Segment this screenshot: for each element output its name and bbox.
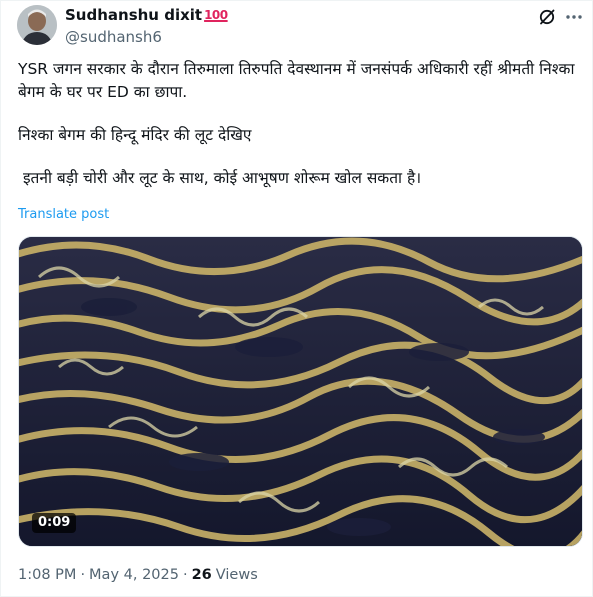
post-paragraph: YSR जगन सरकार के दौरान तिरुमाला तिरुपति … <box>18 60 580 101</box>
video-player[interactable] <box>18 236 583 547</box>
post-metadata: 1:08 PM · May 4, 2025 · 26 Views <box>18 567 258 583</box>
meta-separator: · <box>80 567 86 583</box>
post-date[interactable]: May 4, 2025 <box>89 567 179 583</box>
hundred-points-badge: 100 <box>204 8 228 22</box>
post-paragraph: इतनी बड़ी चोरी और लूट के साथ, कोई आभूषण … <box>18 169 422 187</box>
post-paragraph: निश्का बेगम की हिन्दू मंदिर की लूट देखिए <box>18 126 252 144</box>
avatar[interactable] <box>17 5 57 45</box>
views-label: Views <box>215 567 258 583</box>
translate-post-link[interactable]: Translate post <box>18 207 109 222</box>
avatar-image <box>17 5 57 45</box>
views-count[interactable]: 26 <box>192 567 212 583</box>
post-time[interactable]: 1:08 PM <box>18 567 76 583</box>
post-card[interactable]: Sudhanshu dixit 100 @sudhansh6 YSR जगन स… <box>0 0 593 597</box>
post-text: YSR जगन सरकार के दौरान तिरुमाला तिरुपति … <box>18 58 578 190</box>
more-options-icon[interactable] <box>564 7 584 27</box>
author-handle[interactable]: @sudhansh6 <box>65 28 162 46</box>
video-thumbnail <box>19 237 582 546</box>
video-duration-badge: 0:09 <box>32 513 77 533</box>
author-display-name[interactable]: Sudhanshu dixit <box>65 6 202 24</box>
author-name-row[interactable]: Sudhanshu dixit 100 <box>65 6 228 24</box>
meta-separator: · <box>182 567 188 583</box>
grok-icon[interactable] <box>537 7 557 27</box>
